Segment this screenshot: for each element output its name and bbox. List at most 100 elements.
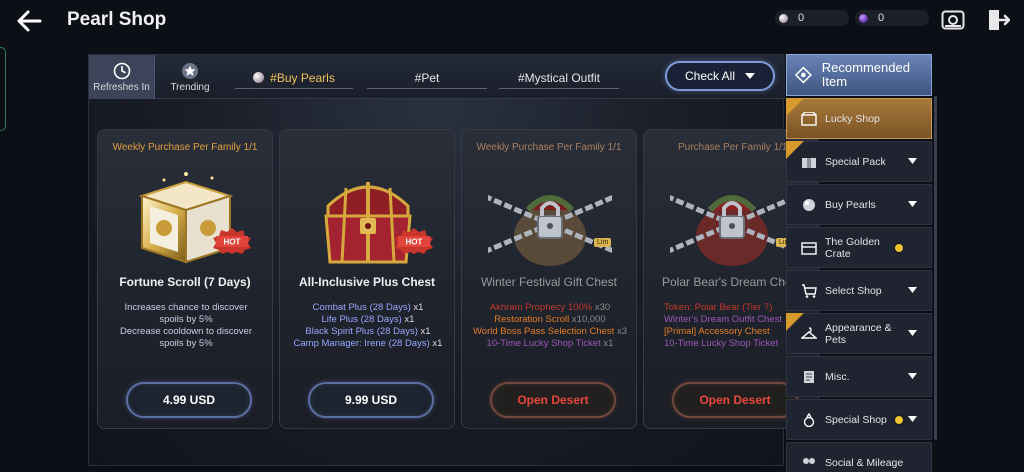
caret-down-icon (745, 73, 756, 79)
exit-button[interactable] (985, 8, 1011, 32)
product-card-fortune-scroll[interactable]: Weekly Purchase Per Family 1/1 HOT Fortu… (97, 129, 273, 429)
new-flag-icon (786, 98, 804, 116)
pearl-balance: 0 (775, 10, 849, 26)
sidebar-item-misc[interactable]: Misc. (786, 356, 932, 397)
side-drawer-handle[interactable] (0, 47, 6, 131)
caret-down-icon (908, 373, 917, 379)
tab-pet[interactable]: #Pet (367, 67, 487, 89)
desc-line: 10-Time Lucky Shop Ticket x1 (486, 338, 614, 349)
tab-mystical-outfit[interactable]: #Mystical Outfit (499, 67, 619, 89)
buy-button[interactable]: 9.99 USD (308, 382, 434, 418)
black-pearl-icon (859, 13, 868, 23)
tab-refreshes-in[interactable]: Refreshes In (89, 55, 155, 99)
desc-line: World Boss Pass Selection Chest x3 (472, 326, 628, 337)
crate-icon (801, 241, 817, 255)
pearl-icon (803, 198, 815, 211)
new-flag-icon (786, 141, 804, 159)
top-bar: Pearl Shop 0 0 (0, 0, 1024, 44)
product-name: Winter Festival Gift Chest (480, 275, 618, 289)
purchase-limit: Weekly Purchase Per Family 1/1 (112, 142, 258, 153)
sidebar-item-lucky-shop[interactable]: Lucky Shop (786, 98, 932, 139)
sidebar-item-recommended[interactable]: Recommended Item (786, 54, 932, 96)
notification-dot (894, 415, 903, 424)
buy-button[interactable]: 4.99 USD (126, 382, 252, 418)
new-flag-icon (786, 313, 804, 331)
hot-badge-label: HOT (224, 238, 241, 247)
sidebar-item-label: The Golden Crate (825, 235, 880, 260)
product-card-all-inclusive-plus-chest[interactable]: HOT All-Inclusive Plus Chest Combat Plus… (279, 129, 455, 429)
sidebar-item-label: Special Pack (825, 155, 886, 168)
category-sidebar: Recommended Item Lucky Shop Special Pack… (786, 54, 934, 472)
black-pearl-count: 0 (878, 12, 885, 24)
sidebar-item-special-pack[interactable]: Special Pack (786, 141, 932, 182)
check-all-label: Check All (684, 69, 736, 83)
pearl-count: 0 (798, 12, 805, 24)
pearl-icon (779, 13, 788, 23)
exit-door-icon (989, 10, 1010, 30)
social-icon (803, 457, 815, 464)
silver-gold-box-image (138, 172, 234, 264)
caret-down-icon (908, 158, 917, 164)
scroll-icon (804, 370, 814, 383)
hot-badge: HOT (395, 228, 433, 254)
tab-buy-pearls-label: #Buy Pearls (270, 70, 335, 85)
tab-pet-label: #Pet (414, 70, 440, 85)
sidebar-list: Lucky Shop Special Pack Buy Pearls The G… (786, 98, 932, 472)
pearl-icon (253, 72, 265, 83)
sidebar-item-appearance-pets[interactable]: Appearance & Pets (786, 313, 932, 354)
caret-down-icon (908, 330, 917, 336)
clock-icon (113, 62, 130, 79)
red-treasure-chest-image (324, 182, 412, 264)
tab-trending[interactable]: Trending (157, 55, 223, 99)
hot-badge-label: HOT (406, 238, 423, 247)
category-tab-bar: Refreshes In Trending #Buy Pearls #Pet #… (89, 55, 785, 99)
tab-refreshes-in-label: Refreshes In (93, 81, 150, 93)
caret-down-icon (908, 287, 917, 293)
sidebar-item-social-mileage[interactable]: Social & Mileage (786, 442, 932, 472)
sidebar-item-select-shop[interactable]: Select Shop (786, 270, 932, 311)
sidebar-item-buy-pearls[interactable]: Buy Pearls (786, 184, 932, 225)
desc-line: Black Spirit Plus (28 Days) x1 (305, 326, 431, 337)
page-title: Pearl Shop (67, 9, 167, 30)
caret-down-icon (908, 416, 917, 422)
diamond-tag-icon (795, 66, 812, 84)
product-description: Akhram Prophecy 100% x30 Restoration Scr… (468, 302, 632, 350)
arrow-left-icon (17, 10, 42, 32)
sidebar-item-label: Appearance & Pets (825, 321, 892, 346)
sidebar-scrollbar[interactable] (934, 96, 937, 440)
purchase-limit: Weekly Purchase Per Family 1/1 (476, 142, 622, 153)
back-button[interactable] (12, 6, 46, 36)
product-card-winter-festival-gift-chest[interactable]: Weekly Purchase Per Family 1/1 Lim Winte… (461, 129, 637, 429)
open-desert-button[interactable]: Open Desert (490, 382, 616, 418)
check-all-dropdown[interactable]: Check All (665, 61, 775, 91)
desc-line: Life Plus (28 Days) x1 (321, 314, 415, 325)
sidebar-item-label: Buy Pearls (825, 198, 876, 211)
product-name: All-Inclusive Plus Chest (298, 275, 436, 289)
black-pearl-balance: 0 (855, 10, 929, 26)
tab-mystical-outfit-label: #Mystical Outfit (517, 70, 601, 85)
storage-box-icon (941, 10, 965, 30)
desc-line: spoils by 5% (159, 338, 213, 349)
desc-line: spoils by 5% (159, 314, 213, 325)
tab-buy-pearls[interactable]: #Buy Pearls (235, 67, 353, 89)
sidebar-item-label: Special Shop (825, 413, 887, 426)
sidebar-item-label: Lucky Shop (825, 112, 880, 125)
hot-badge: HOT (213, 228, 251, 254)
product-name: Fortune Scroll (7 Days) (119, 275, 251, 289)
desc-line: Camp Manager: Irene (28 Days) x1 (293, 338, 443, 349)
desc-line: Decrease cooldown to discover (119, 326, 252, 337)
notification-dot (895, 243, 903, 252)
sidebar-item-golden-crate[interactable]: The Golden Crate (786, 227, 932, 268)
storage-button[interactable] (940, 8, 966, 32)
desc-line: Restoration Scroll x10,000 (494, 314, 606, 325)
sidebar-item-label: Select Shop (825, 284, 882, 297)
desc-line: Akhram Prophecy 100% x30 (489, 302, 611, 313)
shop-panel: Refreshes In Trending #Buy Pearls #Pet #… (88, 54, 819, 466)
shop-cart-icon (802, 283, 817, 298)
tab-trending-label: Trending (170, 81, 210, 93)
chained-gift-sack-image (488, 194, 612, 266)
sidebar-item-special-shop[interactable]: Special Shop (786, 399, 932, 440)
open-desert-button[interactable]: Open Desert (672, 382, 798, 418)
limited-badge: Lim (594, 238, 612, 247)
star-icon (182, 62, 198, 79)
